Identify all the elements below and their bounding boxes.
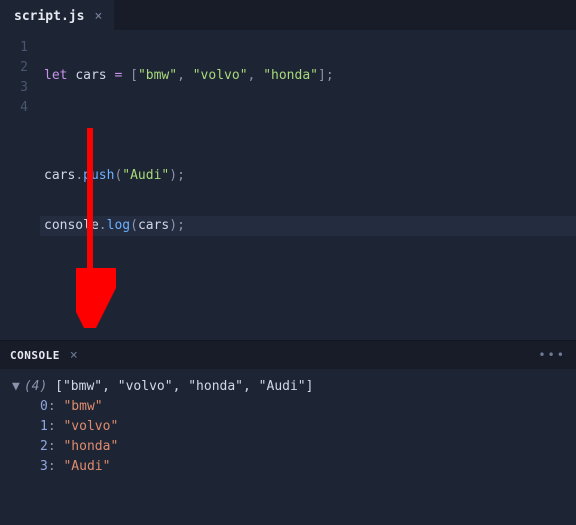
editor-tabbar: script.js × <box>0 0 576 30</box>
console-array-entry[interactable]: 2: "honda" <box>12 437 564 457</box>
line-number: 2 <box>0 56 40 76</box>
console-array-entry[interactable]: 1: "volvo" <box>12 417 564 437</box>
console-array-entry[interactable]: 3: "Audi" <box>12 457 564 477</box>
close-icon[interactable]: × <box>70 348 78 363</box>
code-line[interactable]: let cars = ["bmw", "volvo", "honda"]; <box>40 66 576 86</box>
file-tab-scriptjs[interactable]: script.js × <box>0 0 114 30</box>
code-editor[interactable]: 1 2 3 4 let cars = ["bmw", "volvo", "hon… <box>0 30 576 340</box>
chevron-down-icon[interactable]: ▼ <box>12 377 20 397</box>
code-line[interactable]: cars.push("Audi"); <box>40 166 576 186</box>
console-array-entry[interactable]: 0: "bmw" <box>12 397 564 417</box>
console-panel: CONSOLE × ••• ▼(4) ["bmw", "volvo", "hon… <box>0 340 576 485</box>
code-line[interactable]: console.log(cars); <box>40 216 576 236</box>
code-area[interactable]: let cars = ["bmw", "volvo", "honda"]; ca… <box>40 30 576 340</box>
console-array-summary[interactable]: ▼(4) ["bmw", "volvo", "honda", "Audi"] <box>12 377 564 397</box>
console-panel-header: CONSOLE × ••• <box>0 341 576 369</box>
line-number: 3 <box>0 76 40 96</box>
file-tab-title: script.js <box>14 9 84 24</box>
line-number: 1 <box>0 36 40 56</box>
console-panel-title[interactable]: CONSOLE <box>10 349 60 362</box>
code-line[interactable] <box>40 116 576 136</box>
line-number-gutter: 1 2 3 4 <box>0 30 40 340</box>
close-icon[interactable]: × <box>92 8 104 25</box>
more-icon[interactable]: ••• <box>538 348 566 362</box>
array-length-label: (4) <box>24 379 47 394</box>
console-output[interactable]: ▼(4) ["bmw", "volvo", "honda", "Audi"] 0… <box>0 369 576 485</box>
line-number: 4 <box>0 96 40 116</box>
